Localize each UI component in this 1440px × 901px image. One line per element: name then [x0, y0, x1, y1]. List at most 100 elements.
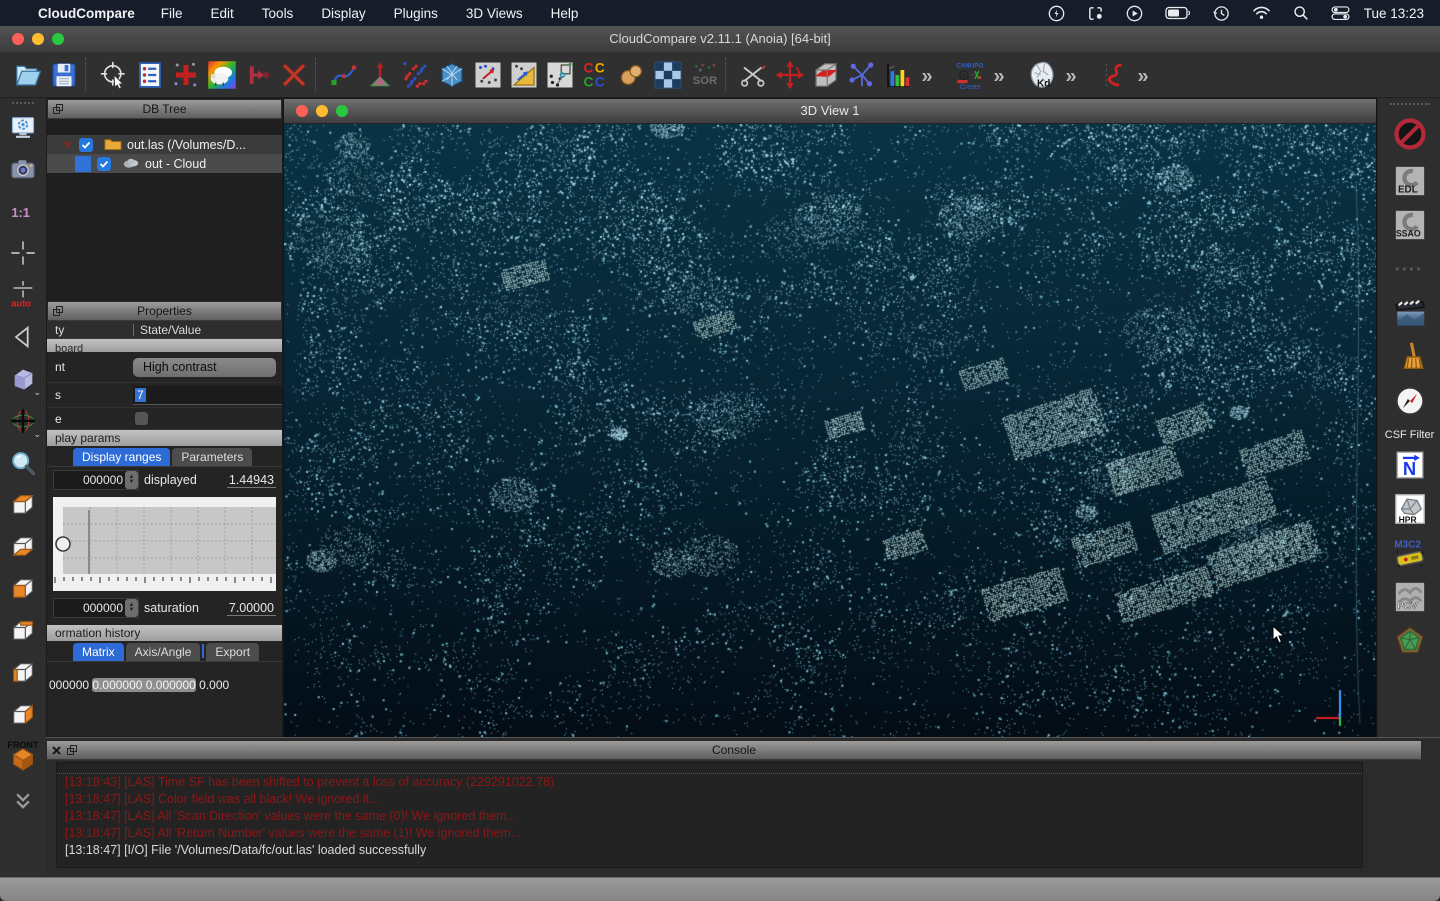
- menu-item-3d-views[interactable]: 3D Views: [466, 6, 523, 21]
- overflow-button[interactable]: »: [1132, 56, 1168, 94]
- subsample-button[interactable]: [398, 56, 434, 94]
- mesh-button[interactable]: [434, 56, 470, 94]
- zoom-fit-button[interactable]: [6, 446, 40, 480]
- saturation-value-field[interactable]: 7.00000: [227, 601, 276, 616]
- sor-button[interactable]: SOR: [686, 56, 722, 94]
- pcv-button[interactable]: PCV: [1388, 580, 1432, 614]
- normals-n-button[interactable]: N: [1388, 448, 1432, 482]
- menu-clock[interactable]: Tue 13:23: [1364, 6, 1424, 21]
- delete-button[interactable]: [276, 56, 312, 94]
- canupo-button[interactable]: CANUPOCreate: [952, 56, 988, 94]
- ssao-button[interactable]: SSAO: [1388, 208, 1432, 242]
- animation-button[interactable]: [1388, 296, 1432, 330]
- tab-display-ranges[interactable]: Display ranges: [73, 448, 170, 466]
- menu-item-tools[interactable]: Tools: [262, 6, 294, 21]
- compass-button[interactable]: [1388, 384, 1432, 418]
- fine-align-button[interactable]: [506, 56, 542, 94]
- back-triangle-button[interactable]: [6, 320, 40, 354]
- tab-matrix[interactable]: Matrix: [73, 643, 124, 661]
- more-views-button[interactable]: [6, 782, 40, 816]
- save-button[interactable]: [46, 56, 82, 94]
- color-scale-dropdown[interactable]: High contrast: [133, 358, 276, 377]
- pick-point-button[interactable]: [96, 56, 132, 94]
- auto-pick-center-button[interactable]: auto: [6, 278, 40, 312]
- facets-button[interactable]: [1388, 624, 1432, 658]
- cc-distance-button[interactable]: CCCC: [578, 56, 614, 94]
- add-points-button[interactable]: [168, 56, 204, 94]
- console-message[interactable]: [13:18:47] [LAS] Color field was all bla…: [57, 791, 1362, 808]
- console-message[interactable]: [13:18:43] [LAS] Time SF has been shifte…: [57, 773, 1362, 791]
- overflow-button[interactable]: »: [916, 56, 952, 94]
- 3d-view-window[interactable]: 3D View 1: [283, 98, 1377, 737]
- expand-arrow-icon[interactable]: [63, 140, 73, 150]
- point-pair-align-button[interactable]: [542, 56, 578, 94]
- time-machine-icon[interactable]: [1213, 5, 1230, 22]
- screenshot-button[interactable]: [6, 152, 40, 186]
- checkerboard-button[interactable]: [650, 56, 686, 94]
- no-filter-button[interactable]: [1388, 117, 1432, 151]
- play-circle-icon[interactable]: [1126, 5, 1143, 22]
- apply-transform-button[interactable]: [844, 56, 880, 94]
- clipboard-button[interactable]: [132, 56, 168, 94]
- float-panel-icon[interactable]: [53, 104, 63, 114]
- console-message[interactable]: [13:18:47] [I/O] File '/Volumes/Data/fc/…: [57, 842, 1362, 859]
- point-cloud-canvas[interactable]: [284, 124, 1376, 737]
- display-min-spinbox[interactable]: 000000 ▲▼: [53, 470, 139, 490]
- view-right-button[interactable]: [6, 698, 40, 732]
- menu-item-display[interactable]: Display: [321, 6, 365, 21]
- register-button[interactable]: [470, 56, 506, 94]
- visible-checkbox[interactable]: [135, 412, 148, 425]
- view-bottom-button[interactable]: [6, 530, 40, 564]
- bolt-circle-icon[interactable]: [1048, 5, 1065, 22]
- console-log-list[interactable]: [13:18:43] [LAS] Time SF has been shifte…: [56, 762, 1363, 868]
- steps-spinbox[interactable]: 7: [133, 386, 282, 405]
- s-curve-button[interactable]: [1096, 56, 1132, 94]
- control-center-icon[interactable]: [1331, 6, 1350, 20]
- open-button[interactable]: [10, 56, 46, 94]
- csf-broom-button[interactable]: [1388, 340, 1432, 374]
- pick-center-button[interactable]: [6, 236, 40, 270]
- app-menu[interactable]: CloudCompare: [38, 6, 135, 21]
- matrix-values-row[interactable]: 000000 0.000000 0.000000 0.000: [47, 676, 282, 694]
- console-message[interactable]: [13:18:47] [LAS] All 'Scan Direction' va…: [57, 808, 1362, 825]
- overflow-button[interactable]: »: [988, 56, 1024, 94]
- display-mirror-icon[interactable]: [1087, 5, 1104, 22]
- cross-section-button[interactable]: [808, 56, 844, 94]
- tab-parameters[interactable]: Parameters: [172, 448, 252, 466]
- tree-item-out[interactable]: out - Cloud: [47, 154, 282, 173]
- sf-histogram[interactable]: [53, 497, 276, 591]
- menu-item-file[interactable]: File: [161, 6, 183, 21]
- wifi-icon[interactable]: [1252, 6, 1271, 20]
- view-iso-button[interactable]: FRONT: [6, 740, 40, 774]
- merge-button[interactable]: [240, 56, 276, 94]
- battery-icon[interactable]: [1165, 6, 1191, 20]
- close-console-icon[interactable]: [52, 746, 61, 755]
- stepper-icon[interactable]: ▲▼: [125, 471, 138, 489]
- tab-export[interactable]: Export: [206, 643, 259, 661]
- menu-item-plugins[interactable]: Plugins: [394, 6, 438, 21]
- overflow-button[interactable]: »: [1060, 56, 1096, 94]
- kd-tree-button[interactable]: Kd: [1024, 56, 1060, 94]
- rotate-translate-button[interactable]: [772, 56, 808, 94]
- spotlight-icon[interactable]: [1293, 5, 1309, 21]
- pan-orbit-button[interactable]: ⌄: [6, 404, 40, 438]
- visibility-checkbox[interactable]: [97, 157, 111, 171]
- primitive-button[interactable]: [614, 56, 650, 94]
- bubble-view-button[interactable]: ⌄: [6, 362, 40, 396]
- m3c2-button[interactable]: M3C2: [1388, 536, 1432, 570]
- stepper-icon[interactable]: ▲▼: [125, 599, 138, 617]
- histogram-button[interactable]: [880, 56, 916, 94]
- segment-button[interactable]: [326, 56, 362, 94]
- float-panel-icon[interactable]: [53, 306, 63, 316]
- normals-button[interactable]: [362, 56, 398, 94]
- view-back-button[interactable]: [6, 614, 40, 648]
- tab-axis-angle[interactable]: Axis/Angle: [126, 643, 201, 661]
- view-front-button[interactable]: [6, 572, 40, 606]
- dots-button[interactable]: [1388, 252, 1432, 286]
- console-message[interactable]: [13:18:47] [LAS] All 'Return Number' val…: [57, 825, 1362, 842]
- hpr-button[interactable]: HPR: [1388, 492, 1432, 526]
- view-left-button[interactable]: [6, 656, 40, 690]
- view-top-button[interactable]: [6, 488, 40, 522]
- visibility-checkbox[interactable]: [79, 138, 93, 152]
- menu-item-edit[interactable]: Edit: [211, 6, 234, 21]
